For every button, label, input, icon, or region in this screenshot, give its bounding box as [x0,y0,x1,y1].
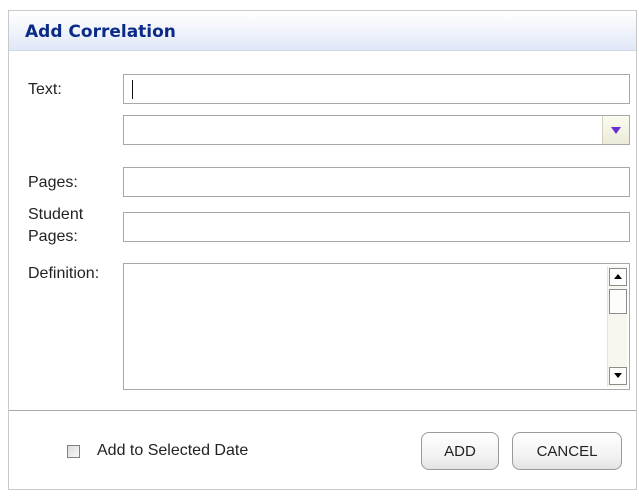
text-label: Text: [28,81,62,98]
student-pages-field[interactable] [123,212,630,242]
add-to-selected-date-option[interactable]: Add to Selected Date [67,441,248,461]
scroll-thumb[interactable] [609,289,627,314]
chevron-down-icon [611,127,621,134]
definition-textarea[interactable] [123,263,630,390]
add-to-selected-date-checkbox[interactable] [67,444,80,458]
footer-divider [9,410,636,411]
add-correlation-dialog: Add Correlation Text: Pages: Student Pag… [8,10,637,490]
add-to-selected-date-label: Add to Selected Date [97,442,249,459]
text-select-dropdown[interactable] [123,115,630,145]
text-field[interactable] [123,74,630,104]
scroll-down-button[interactable] [609,367,627,385]
dropdown-button[interactable] [602,116,629,144]
arrow-up-icon [614,274,622,279]
dialog-title: Add Correlation [25,22,176,42]
scroll-up-button[interactable] [609,268,627,286]
text-cursor [132,80,133,99]
dialog-titlebar: Add Correlation [9,11,636,51]
pages-field[interactable] [123,167,630,197]
definition-label: Definition: [28,265,100,282]
add-button[interactable]: ADD [421,432,499,470]
student-pages-label-line1: Student [28,206,84,223]
cancel-button[interactable]: CANCEL [512,432,622,470]
pages-label: Pages: [28,174,78,191]
arrow-down-icon [614,373,622,378]
student-pages-label-line2: Pages: [28,228,78,245]
definition-scrollbar[interactable] [607,266,627,387]
